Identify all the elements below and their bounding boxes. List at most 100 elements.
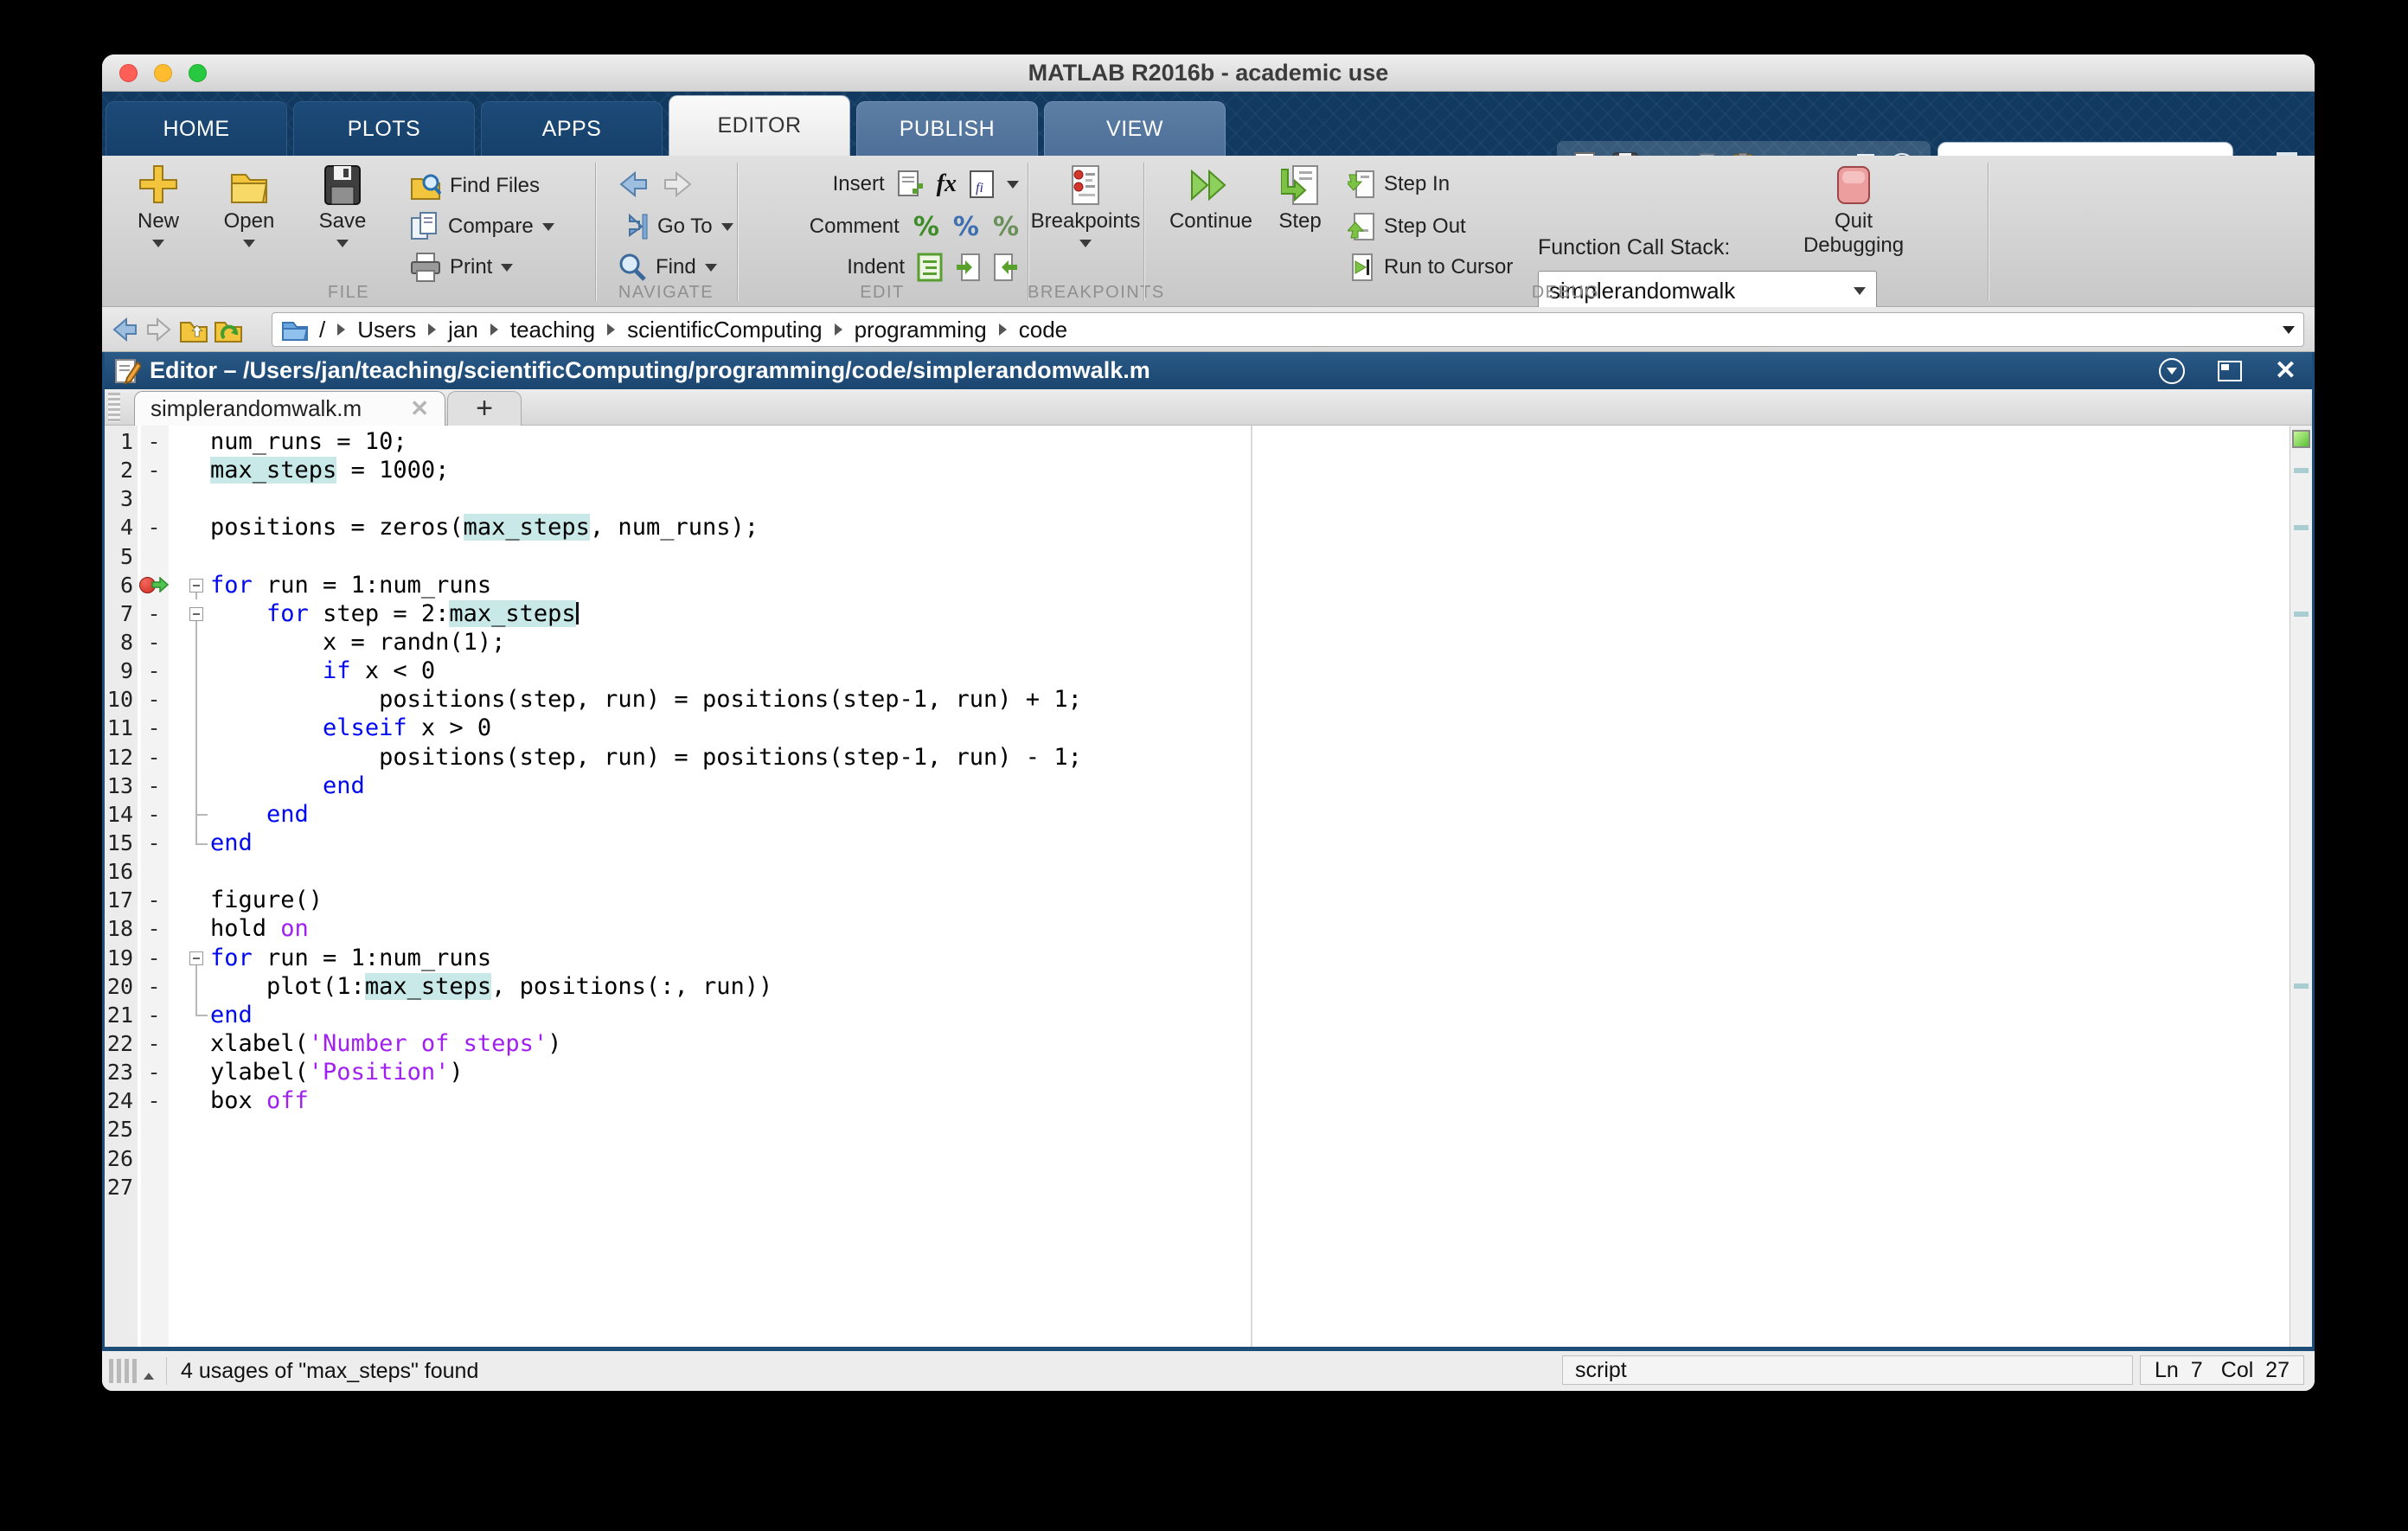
- code-fold-icon[interactable]: [189, 951, 203, 965]
- executable-line-dash[interactable]: -: [139, 1029, 169, 1058]
- code-text[interactable]: elseif x > 0: [210, 714, 491, 742]
- breadcrumb-item[interactable]: code: [1019, 317, 1067, 343]
- code-fold-icon[interactable]: [189, 579, 203, 593]
- code-line[interactable]: 7- for step = 2:max_steps: [105, 599, 2290, 628]
- fold-column[interactable]: [169, 571, 210, 599]
- executable-line-dash[interactable]: -: [139, 972, 169, 1001]
- code-text[interactable]: figure(): [210, 886, 323, 914]
- ribbon-tab-view[interactable]: VIEW: [1044, 101, 1226, 156]
- executable-line-dash[interactable]: -: [139, 914, 169, 943]
- continue-button[interactable]: Continue: [1159, 164, 1263, 234]
- code-text[interactable]: box off: [210, 1086, 309, 1115]
- insert-section-icon[interactable]: [897, 170, 925, 199]
- code-line[interactable]: 16: [105, 857, 2290, 886]
- code-line[interactable]: 26: [105, 1144, 2290, 1173]
- find-files-button[interactable]: Find Files: [410, 168, 540, 204]
- indicator-strip[interactable]: [2290, 426, 2312, 1347]
- ribbon-tab-apps[interactable]: APPS: [481, 101, 663, 156]
- fold-column[interactable]: [169, 944, 210, 972]
- code-line[interactable]: 17-figure(): [105, 886, 2290, 914]
- highlight-usage-mark[interactable]: [2294, 525, 2309, 530]
- code-text[interactable]: ylabel('Position'): [210, 1058, 464, 1086]
- code-text[interactable]: positions(step, run) = positions(step-1,…: [210, 743, 1082, 772]
- breadcrumb-item[interactable]: jan: [448, 317, 478, 343]
- code-line[interactable]: 20- plot(1:max_steps, positions(:, run)): [105, 972, 2290, 1001]
- code-text[interactable]: end: [210, 1001, 253, 1029]
- editor-actions-menu-icon[interactable]: [2159, 358, 2185, 384]
- breadcrumb-item[interactable]: scientificComputing: [627, 317, 822, 343]
- print-button[interactable]: Print: [410, 249, 513, 285]
- minimize-window-button[interactable]: [154, 64, 172, 82]
- ribbon-tab-editor[interactable]: EDITOR: [669, 95, 850, 156]
- executable-line-dash[interactable]: -: [139, 829, 169, 857]
- code-text[interactable]: for run = 1:num_runs: [210, 944, 491, 972]
- code-text[interactable]: end: [210, 829, 253, 857]
- code-line[interactable]: 5: [105, 542, 2290, 571]
- breadcrumb-item[interactable]: Users: [357, 317, 416, 343]
- code-line[interactable]: 14- end: [105, 800, 2290, 829]
- open-button[interactable]: Open: [206, 164, 292, 247]
- current-folder-field[interactable]: /UsersjanteachingscientificComputingprog…: [272, 312, 2304, 347]
- navigate-forward-button[interactable]: [663, 169, 694, 200]
- code-text[interactable]: for run = 1:num_runs: [210, 571, 491, 599]
- highlight-usage-mark[interactable]: [2294, 983, 2309, 989]
- code-line[interactable]: 13- end: [105, 772, 2290, 800]
- folder-forward-button[interactable]: [142, 312, 176, 347]
- code-line[interactable]: 18-hold on: [105, 914, 2290, 943]
- executable-line-dash[interactable]: -: [139, 599, 169, 628]
- comment-icon[interactable]: %: [913, 212, 939, 242]
- code-line[interactable]: 21-end: [105, 1001, 2290, 1029]
- folder-up-button[interactable]: [176, 312, 211, 347]
- code-editor[interactable]: 1-num_runs = 10;2-max_steps = 1000;34-po…: [105, 426, 2312, 1347]
- code-line[interactable]: 22-xlabel('Number of steps'): [105, 1029, 2290, 1058]
- highlight-usage-mark[interactable]: [2294, 612, 2309, 617]
- code-text[interactable]: hold on: [210, 914, 309, 943]
- executable-line-dash[interactable]: -: [139, 1001, 169, 1029]
- ribbon-tab-home[interactable]: HOME: [106, 101, 287, 156]
- code-text[interactable]: x = randn(1);: [210, 628, 505, 657]
- code-line[interactable]: 27: [105, 1173, 2290, 1201]
- fold-column[interactable]: [169, 599, 210, 628]
- code-text[interactable]: num_runs = 10;: [210, 427, 407, 456]
- new-button[interactable]: New: [111, 164, 206, 247]
- breakpoints-button[interactable]: Breakpoints: [1029, 164, 1142, 247]
- code-line[interactable]: 3: [105, 484, 2290, 513]
- code-line[interactable]: 9- if x < 0: [105, 657, 2290, 685]
- comment-wrap-icon[interactable]: %: [953, 212, 979, 242]
- uncomment-icon[interactable]: %: [993, 212, 1019, 242]
- step-out-button[interactable]: Step Out: [1348, 208, 1466, 245]
- code-text[interactable]: if x < 0: [210, 657, 435, 685]
- compare-button[interactable]: Compare: [410, 208, 554, 245]
- code-line[interactable]: 6for run = 1:num_runs: [105, 571, 2290, 599]
- insert-fx-icon[interactable]: fx: [937, 170, 957, 198]
- tab-grip[interactable]: [108, 393, 120, 422]
- grip-arrow-icon[interactable]: [144, 1373, 154, 1380]
- smart-indent-icon[interactable]: [917, 253, 943, 282]
- resize-grip-icon[interactable]: [109, 1359, 140, 1383]
- ribbon-tab-plots[interactable]: PLOTS: [293, 101, 475, 156]
- code-text[interactable]: end: [210, 800, 309, 829]
- executable-line-dash[interactable]: -: [139, 685, 169, 714]
- new-tab-button[interactable]: +: [447, 391, 522, 426]
- code-line[interactable]: 23-ylabel('Position'): [105, 1058, 2290, 1086]
- executable-line-dash[interactable]: -: [139, 427, 169, 456]
- executable-line-dash[interactable]: -: [139, 657, 169, 685]
- code-line[interactable]: 1-num_runs = 10;: [105, 427, 2290, 456]
- zoom-window-button[interactable]: [189, 64, 207, 82]
- step-in-button[interactable]: Step In: [1348, 166, 1450, 202]
- executable-line-dash[interactable]: -: [139, 886, 169, 914]
- insert-function-block-icon[interactable]: fi: [969, 170, 995, 199]
- executable-line-dash[interactable]: -: [139, 456, 169, 484]
- find-button[interactable]: Find: [618, 249, 717, 285]
- code-text[interactable]: end: [210, 772, 365, 800]
- code-line[interactable]: 25: [105, 1115, 2290, 1143]
- executable-line-dash[interactable]: -: [139, 1058, 169, 1086]
- code-analyzer-ok-indicator[interactable]: [2292, 430, 2310, 448]
- quit-debugging-button[interactable]: Quit Debugging: [1789, 164, 1918, 258]
- code-line[interactable]: 11- elseif x > 0: [105, 714, 2290, 742]
- code-text[interactable]: xlabel('Number of steps'): [210, 1029, 561, 1058]
- code-line[interactable]: 10- positions(step, run) = positions(ste…: [105, 685, 2290, 714]
- breakpoint-marker[interactable]: [139, 577, 169, 593]
- code-line[interactable]: 4-positions = zeros(max_steps, num_runs)…: [105, 513, 2290, 541]
- file-tab[interactable]: simplerandomwalk.m ✕: [134, 391, 445, 426]
